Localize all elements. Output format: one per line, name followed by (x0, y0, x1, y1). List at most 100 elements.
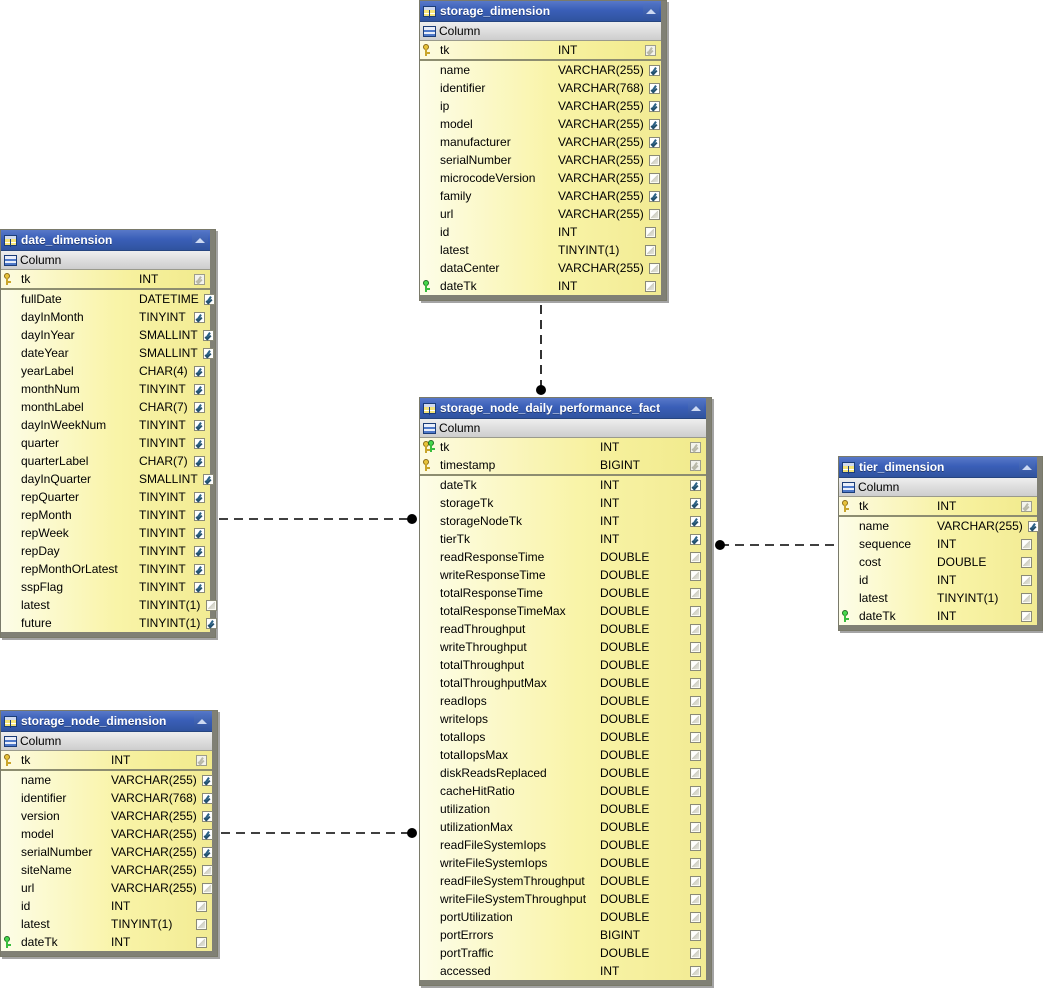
column-checkbox-cell[interactable] (644, 82, 666, 94)
table-row[interactable]: ip VARCHAR(255) (420, 97, 661, 115)
column-checkbox-cell[interactable] (684, 839, 706, 851)
column-checkbox-cell[interactable] (644, 172, 666, 184)
column-checkbox-cell[interactable] (644, 64, 666, 76)
column-checkbox-cell[interactable] (197, 828, 219, 840)
table-row[interactable]: portTraffic DOUBLE (420, 944, 706, 962)
collapse-triangle-icon[interactable] (192, 232, 208, 248)
checkbox-checked-icon[interactable] (202, 810, 214, 822)
table-row[interactable]: id INT (420, 223, 661, 241)
column-checkbox-cell[interactable] (198, 473, 220, 485)
column-checkbox-cell[interactable] (684, 965, 706, 977)
table-row[interactable]: version VARCHAR(255) (1, 807, 214, 825)
checkbox-checked-icon[interactable] (689, 515, 701, 527)
checkbox-checked-icon[interactable] (203, 347, 215, 359)
table-row[interactable]: dayInMonth TINYINT (1, 308, 210, 326)
column-checkbox-cell[interactable] (684, 695, 706, 707)
table-row[interactable]: dateTk INT (420, 476, 706, 494)
table-row[interactable]: id INT (1, 897, 212, 915)
table-row[interactable]: name VARCHAR(255) (839, 517, 1040, 535)
table-row[interactable]: tk INT (1, 270, 210, 288)
table-row[interactable]: dateTk INT (420, 277, 661, 295)
checkbox-unchecked-icon[interactable] (1020, 592, 1032, 604)
checkbox-unchecked-icon[interactable] (649, 172, 661, 184)
table-row[interactable]: monthLabel CHAR(7) (1, 398, 210, 416)
checkbox-unchecked-icon[interactable] (1020, 574, 1032, 586)
column-checkbox-cell[interactable] (684, 947, 706, 959)
checkbox-unchecked-icon[interactable] (689, 659, 701, 671)
column-checkbox-cell[interactable] (188, 581, 210, 593)
table-row[interactable]: tierTk INT (420, 530, 706, 548)
table-title-bar[interactable]: storage_node_dimension (1, 711, 212, 732)
checkbox-unchecked-icon[interactable] (689, 803, 701, 815)
checkbox-checked-icon[interactable] (193, 437, 205, 449)
column-checkbox-cell[interactable] (190, 918, 212, 930)
column-checkbox-cell[interactable] (684, 479, 706, 491)
checkbox-checked-icon[interactable] (193, 509, 205, 521)
table-row[interactable]: dateYear SMALLINT (1, 344, 215, 362)
column-checkbox-cell[interactable] (684, 731, 706, 743)
table-row[interactable]: totalResponseTime DOUBLE (420, 584, 706, 602)
checkbox-unchecked-icon[interactable] (689, 785, 701, 797)
table-row[interactable]: tk INT (1, 751, 212, 769)
checkbox-unchecked-icon[interactable] (689, 587, 701, 599)
table-row[interactable]: totalResponseTimeMax DOUBLE (420, 602, 706, 620)
column-checkbox-cell[interactable] (188, 311, 210, 323)
table-row[interactable]: monthNum TINYINT (1, 380, 210, 398)
table-row[interactable]: name VARCHAR(255) (420, 61, 661, 79)
checkbox-unchecked-icon[interactable] (202, 864, 214, 876)
checkbox-unchecked-icon[interactable] (644, 226, 656, 238)
checkbox-checked-icon[interactable] (649, 100, 661, 112)
checkbox-checked-icon[interactable] (202, 792, 214, 804)
table-title-bar[interactable]: storage_node_daily_performance_fact (420, 398, 706, 419)
er-table-storage_node_dimension[interactable]: storage_node_dimension Column tk INT name VAR… (0, 710, 218, 957)
table-row[interactable]: tk INT (839, 497, 1037, 515)
column-checkbox-cell[interactable] (198, 347, 220, 359)
column-checkbox-cell[interactable] (644, 136, 666, 148)
checkbox-checked-icon[interactable] (205, 617, 217, 629)
column-checkbox-cell[interactable] (684, 677, 706, 689)
er-table-date_dimension[interactable]: date_dimension Column tk INT fullDate DATETIM… (0, 229, 217, 638)
column-checkbox-cell[interactable] (188, 563, 210, 575)
er-table-storage_dimension[interactable]: storage_dimension Column tk INT name VARCHAR(… (419, 0, 667, 301)
column-checkbox-cell[interactable] (684, 641, 706, 653)
checkbox-unchecked-icon[interactable] (689, 893, 701, 905)
table-row[interactable]: dateTk INT (839, 607, 1037, 625)
table-row[interactable]: cacheHitRatio DOUBLE (420, 782, 706, 800)
column-checkbox-cell[interactable] (684, 785, 706, 797)
er-table-storage_node_daily_performance_fact[interactable]: storage_node_daily_performance_fact Colum… (419, 397, 712, 986)
table-row[interactable]: model VARCHAR(255) (420, 115, 661, 133)
checkbox-checked-icon[interactable] (1028, 520, 1040, 532)
checkbox-unchecked-icon[interactable] (1020, 610, 1032, 622)
checkbox-checked-icon[interactable] (649, 82, 661, 94)
checkbox-checked-icon[interactable] (649, 64, 661, 76)
table-row[interactable]: repMonthOrLatest TINYINT (1, 560, 210, 578)
table-row[interactable]: readFileSystemIops DOUBLE (420, 836, 706, 854)
column-checkbox-cell[interactable] (1015, 538, 1037, 550)
column-checkbox-cell[interactable] (684, 497, 706, 509)
table-row[interactable]: url VARCHAR(255) (420, 205, 661, 223)
checkbox-unchecked-icon[interactable] (689, 677, 701, 689)
column-checkbox-cell[interactable] (684, 875, 706, 887)
column-checkbox-cell[interactable] (200, 617, 222, 629)
table-row[interactable]: cost DOUBLE (839, 553, 1037, 571)
table-row[interactable]: totalIops DOUBLE (420, 728, 706, 746)
checkbox-unchecked-icon[interactable] (689, 767, 701, 779)
checkbox-unchecked-icon[interactable] (1020, 556, 1032, 568)
checkbox-checked-icon[interactable] (204, 293, 216, 305)
column-checkbox-cell[interactable] (188, 545, 210, 557)
table-row[interactable]: quarter TINYINT (1, 434, 210, 452)
table-row[interactable]: id INT (839, 571, 1037, 589)
column-checkbox-cell[interactable] (197, 774, 219, 786)
table-row[interactable]: dateTk INT (1, 933, 212, 951)
column-checkbox-cell[interactable] (684, 569, 706, 581)
table-row[interactable]: totalThroughputMax DOUBLE (420, 674, 706, 692)
table-row[interactable]: writeResponseTime DOUBLE (420, 566, 706, 584)
table-row[interactable]: siteName VARCHAR(255) (1, 861, 214, 879)
column-checkbox-cell[interactable] (639, 244, 661, 256)
column-checkbox-cell[interactable] (644, 118, 666, 130)
table-row[interactable]: readResponseTime DOUBLE (420, 548, 706, 566)
checkbox-checked-icon[interactable] (202, 846, 214, 858)
column-checkbox-cell[interactable] (684, 713, 706, 725)
table-row[interactable]: readFileSystemThroughput DOUBLE (420, 872, 706, 890)
column-checkbox-cell[interactable] (684, 515, 706, 527)
